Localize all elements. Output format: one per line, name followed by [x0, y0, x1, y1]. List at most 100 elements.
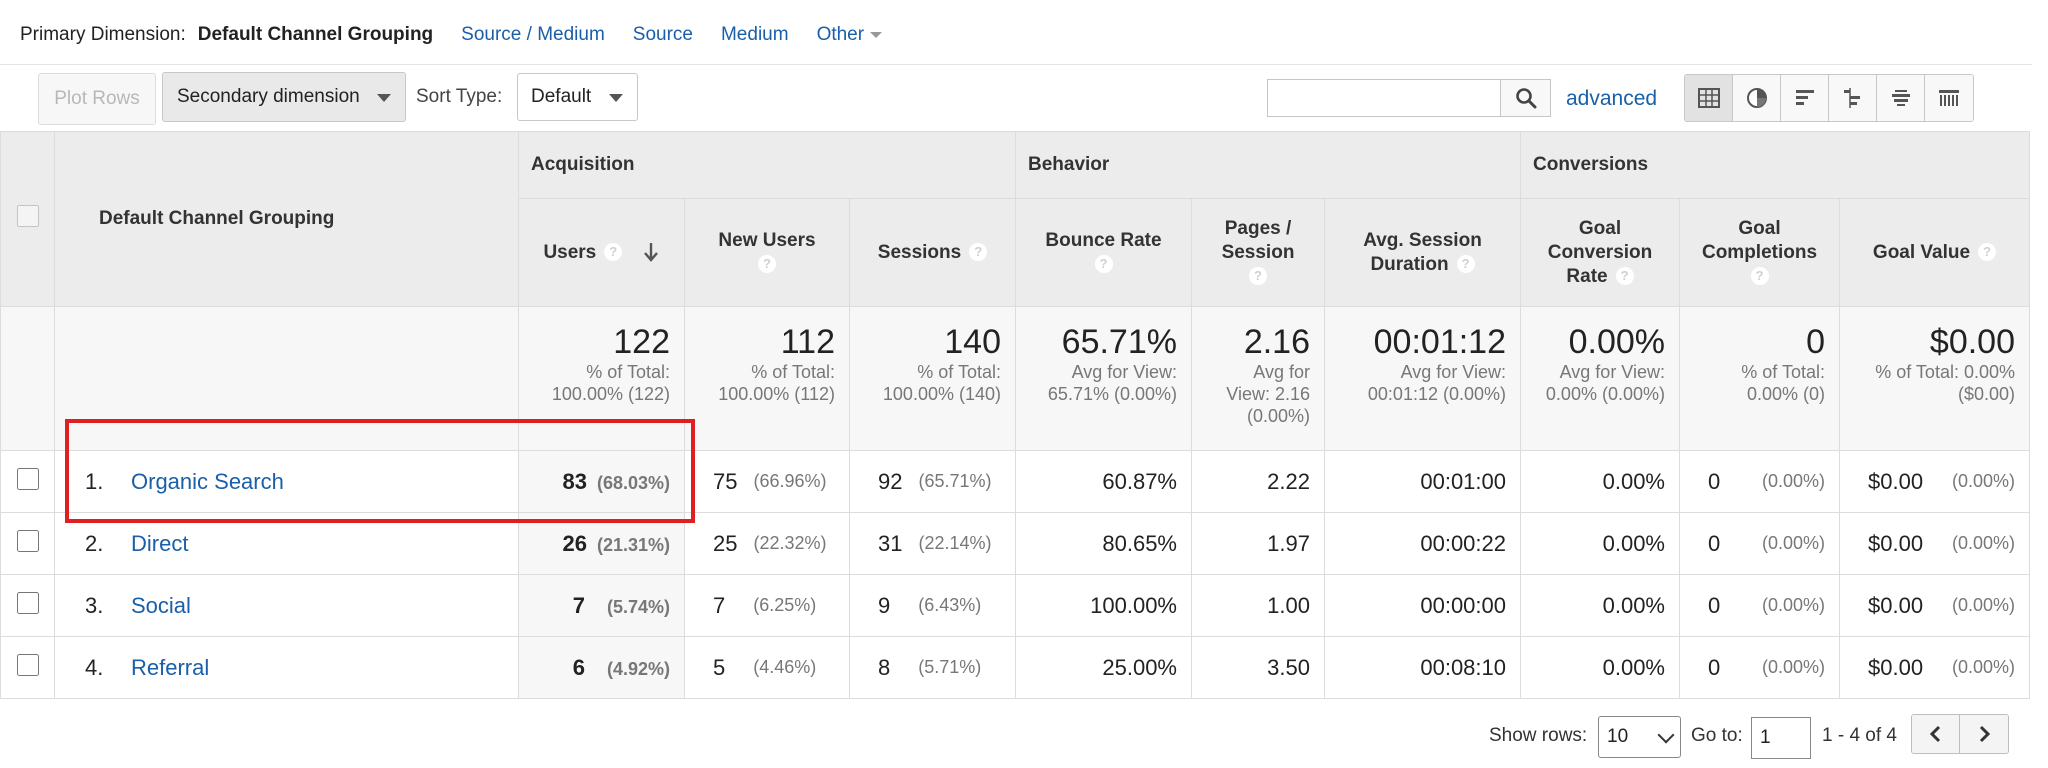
- sort-type-dropdown[interactable]: Default: [517, 73, 638, 121]
- channel-link[interactable]: Organic Search: [131, 469, 284, 494]
- row-checkbox[interactable]: [16, 591, 39, 614]
- table-view-icon: [1697, 88, 1720, 108]
- users-percent: (4.92%): [606, 658, 670, 679]
- table-row: 1. Organic Search 83 (68.03%) 75 (66.96%) 9…: [0, 450, 2030, 513]
- pages-session-header-line1: Pages /: [1224, 217, 1292, 239]
- term-cloud-view-button[interactable]: [1877, 75, 1925, 121]
- behavior-group-header: Behavior: [1015, 131, 1521, 199]
- select-all-checkbox[interactable]: [16, 205, 39, 227]
- comparison-view-button[interactable]: [1829, 75, 1877, 121]
- help-icon[interactable]: ?: [1750, 267, 1769, 286]
- total-sessions: 140% of Total: 100.00% (140): [849, 306, 1016, 451]
- goal-comp-header-line2: Completions: [1701, 241, 1818, 263]
- advanced-filter-link[interactable]: advanced: [1566, 87, 1657, 111]
- pages-session-cell: 3.50: [1191, 636, 1325, 699]
- next-page-button[interactable]: [1960, 715, 2008, 753]
- help-icon[interactable]: ?: [758, 255, 776, 274]
- plot-rows-button[interactable]: Plot Rows: [38, 73, 156, 125]
- secondary-dimension-dropdown[interactable]: Secondary dimension: [162, 72, 406, 122]
- users-percent: (5.74%): [606, 596, 670, 617]
- show-rows-label: Show rows:: [1489, 725, 1588, 746]
- goal-completions-value: 0: [1708, 654, 1721, 680]
- users-column-header[interactable]: Users?: [518, 198, 685, 307]
- goal-value-column-header[interactable]: Goal Value?: [1839, 198, 2030, 307]
- pie-view-button[interactable]: [1733, 75, 1781, 121]
- row-checkbox[interactable]: [16, 467, 39, 490]
- goal-value-header-label: Goal Value: [1872, 241, 1971, 263]
- dimension-cell: 1. Organic Search: [54, 450, 519, 513]
- avg-session-header-line1: Avg. Session: [1363, 229, 1482, 251]
- pivot-view-button[interactable]: [1925, 75, 1973, 121]
- goal-conversion-rate-cell: 0.00%: [1520, 574, 1680, 637]
- help-icon[interactable]: ?: [1615, 267, 1634, 286]
- goal-conversion-rate-column-header[interactable]: Goal Conversion Rate?: [1520, 198, 1680, 307]
- goal-completions-percent: (0.00%): [1761, 657, 1825, 677]
- users-cell: 7 (5.74%): [518, 574, 685, 637]
- bounce-rate-cell: 100.00%: [1015, 574, 1192, 637]
- show-rows-select[interactable]: 10: [1598, 716, 1681, 758]
- previous-page-button[interactable]: [1912, 715, 1960, 753]
- dimension-link-source[interactable]: Source: [633, 24, 693, 46]
- table-search-input[interactable]: [1267, 79, 1501, 117]
- goal-value-cell: $0.00 (0.00%): [1839, 450, 2030, 513]
- dimension-link-source-medium[interactable]: Source / Medium: [461, 24, 605, 46]
- help-icon[interactable]: ?: [1978, 243, 1997, 262]
- new-users-header-label: New Users: [718, 229, 816, 251]
- table-row: 3. Social 7 (5.74%) 7 (6.25%) 9 (6.43%) 100.…: [0, 574, 2030, 637]
- performance-view-button[interactable]: [1781, 75, 1829, 121]
- conversions-group-header: Conversions: [1520, 131, 2030, 199]
- new-users-cell: 25 (22.32%): [684, 512, 850, 575]
- dimension-column-header[interactable]: Default Channel Grouping: [54, 131, 519, 307]
- goto-label: Go to:: [1691, 725, 1743, 746]
- pages-session-header-line2: Session: [1221, 241, 1295, 263]
- help-icon[interactable]: ?: [1249, 267, 1267, 286]
- help-icon[interactable]: ?: [969, 243, 988, 262]
- table-view-button[interactable]: [1685, 75, 1733, 121]
- pivot-view-icon: [1939, 90, 1959, 106]
- channel-link[interactable]: Social: [131, 593, 191, 618]
- pages-session-column-header[interactable]: Pages / Session ?: [1191, 198, 1325, 307]
- avg-session-duration-cell: 00:01:00: [1324, 450, 1521, 513]
- channel-link[interactable]: Direct: [131, 531, 188, 556]
- help-icon[interactable]: ?: [604, 243, 623, 262]
- channel-link[interactable]: Referral: [131, 655, 209, 680]
- totals-row: 122% of Total: 100.00% (122) 112% of Tota…: [0, 306, 2030, 451]
- avg-session-header-line2: Duration: [1370, 253, 1449, 275]
- sessions-column-header[interactable]: Sessions?: [849, 198, 1016, 307]
- sort-descending-icon[interactable]: [642, 241, 660, 263]
- goal-conv-header-line1: Goal: [1578, 217, 1622, 239]
- goal-completions-value: 0: [1708, 592, 1721, 618]
- row-checkbox[interactable]: [16, 653, 39, 676]
- help-icon[interactable]: ?: [1094, 255, 1113, 274]
- goal-value-cell: $0.00 (0.00%): [1839, 636, 2030, 699]
- chevron-right-icon: [1979, 725, 1991, 743]
- goal-completions-column-header[interactable]: Goal Completions ?: [1679, 198, 1840, 307]
- bounce-rate-cell: 80.65%: [1015, 512, 1192, 575]
- goto-page-input[interactable]: 1: [1751, 717, 1811, 759]
- chevron-down-icon: [609, 94, 623, 102]
- bounce-rate-column-header[interactable]: Bounce Rate?: [1015, 198, 1192, 307]
- pages-session-cell: 2.22: [1191, 450, 1325, 513]
- users-cell: 83 (68.03%): [518, 450, 685, 513]
- dimension-link-medium[interactable]: Medium: [721, 24, 789, 46]
- row-index: 4.: [85, 654, 104, 680]
- total-bounce-rate: 65.71% Avg for View: 65.71% (0.00%): [1015, 306, 1192, 451]
- total-goal-conversion-rate: 0.00% Avg for View: 0.00% (0.00%): [1520, 306, 1680, 451]
- pagination-range: 1 - 4 of 4: [1822, 725, 1897, 746]
- new-users-value: 75: [713, 468, 738, 494]
- row-checkbox-cell: [0, 450, 55, 513]
- avg-session-duration-column-header[interactable]: Avg. Session Duration?: [1324, 198, 1521, 307]
- new-users-value: 7: [713, 592, 726, 618]
- help-icon[interactable]: ?: [1456, 255, 1475, 274]
- search-button[interactable]: [1500, 79, 1551, 117]
- table-row: 4. Referral 6 (4.92%) 5 (4.46%) 8 (5.71%) 25…: [0, 636, 2030, 699]
- goal-value-value: $0.00: [1868, 468, 1924, 494]
- dimension-other-dropdown[interactable]: Other: [817, 24, 883, 46]
- new-users-cell: 7 (6.25%): [684, 574, 850, 637]
- users-cell: 26 (21.31%): [518, 512, 685, 575]
- new-users-column-header[interactable]: New Users?: [684, 198, 850, 307]
- dimension-cell: 3. Social: [54, 574, 519, 637]
- row-checkbox[interactable]: [16, 529, 39, 552]
- new-users-value: 5: [713, 654, 726, 680]
- chevron-down-icon: [377, 94, 391, 102]
